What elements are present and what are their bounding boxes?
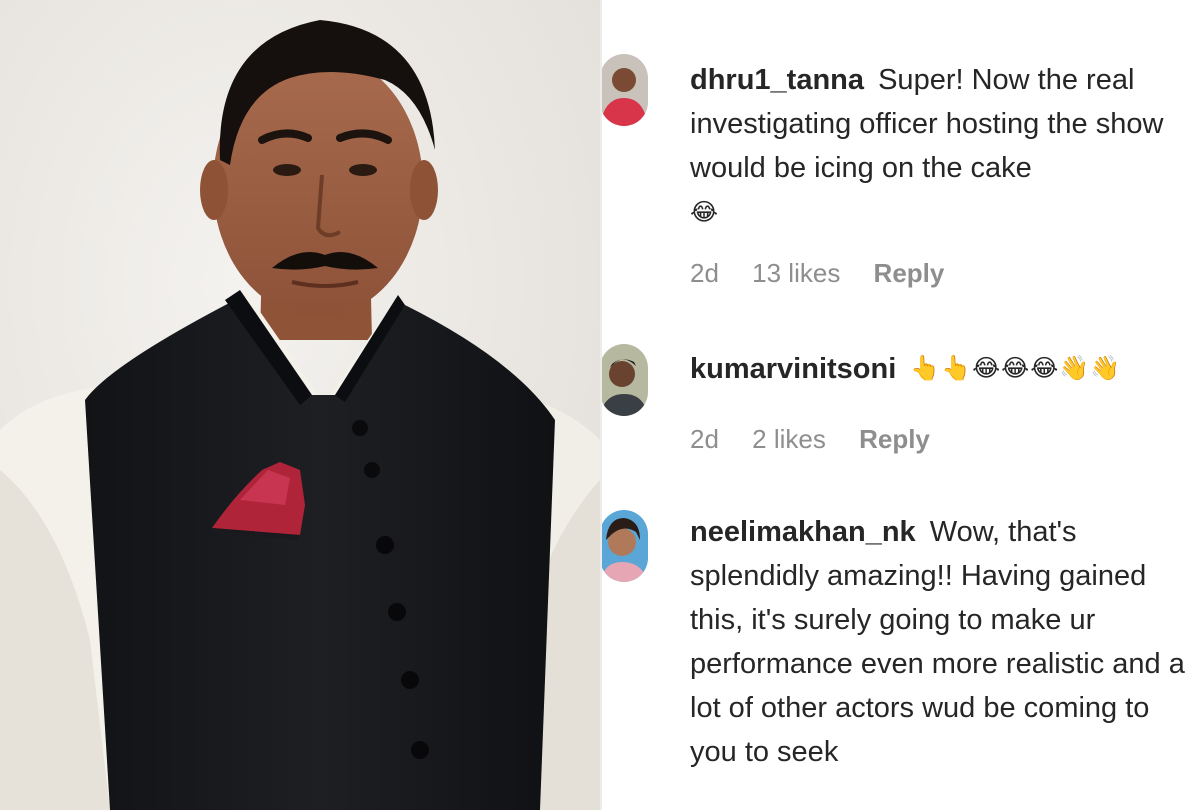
avatar[interactable] bbox=[602, 510, 648, 582]
avatar[interactable] bbox=[602, 344, 648, 416]
comment-username[interactable]: kumarvinitsoni bbox=[690, 353, 896, 385]
comment-body: kumarvinitsoni 👆👆😂😂😂👋👋 bbox=[690, 346, 1188, 391]
avatar[interactable] bbox=[602, 54, 648, 126]
laughing-emoji-icon: 😂 bbox=[690, 198, 720, 226]
comment-likes[interactable]: 2 likes bbox=[752, 424, 826, 454]
comment-item: neelimakhan_nk Wow, that's splendidly am… bbox=[602, 500, 1200, 810]
comment-body: dhru1_tanna Super! Now the real investig… bbox=[690, 58, 1188, 235]
comment-time: 2d bbox=[690, 258, 719, 288]
comment-username[interactable]: neelimakhan_nk bbox=[690, 516, 916, 548]
comment-item: kumarvinitsoni 👆👆😂😂😂👋👋 2d 2 likes Reply bbox=[602, 320, 1200, 470]
comment-username[interactable]: dhru1_tanna bbox=[690, 64, 864, 96]
reply-button[interactable]: Reply bbox=[859, 424, 930, 454]
comment-body: neelimakhan_nk Wow, that's splendidly am… bbox=[690, 510, 1188, 774]
comment-meta: 2d 2 likes Reply bbox=[690, 424, 956, 455]
comments-panel: dhru1_tanna Super! Now the real investig… bbox=[602, 0, 1200, 810]
screenshot-composite: dhru1_tanna Super! Now the real investig… bbox=[0, 0, 1200, 810]
comment-text: Wow, that's splendidly amazing!! Having … bbox=[690, 516, 1185, 768]
comment-time: 2d bbox=[690, 424, 719, 454]
comment-likes[interactable]: 13 likes bbox=[752, 258, 840, 288]
actor-photo bbox=[0, 0, 600, 810]
reply-button[interactable]: Reply bbox=[874, 258, 945, 288]
emoji-reaction-icons: 👆👆😂😂😂👋👋 bbox=[910, 354, 1122, 382]
comment-meta: 2d 13 likes Reply bbox=[690, 258, 970, 289]
comment-item: dhru1_tanna Super! Now the real investig… bbox=[602, 0, 1200, 320]
